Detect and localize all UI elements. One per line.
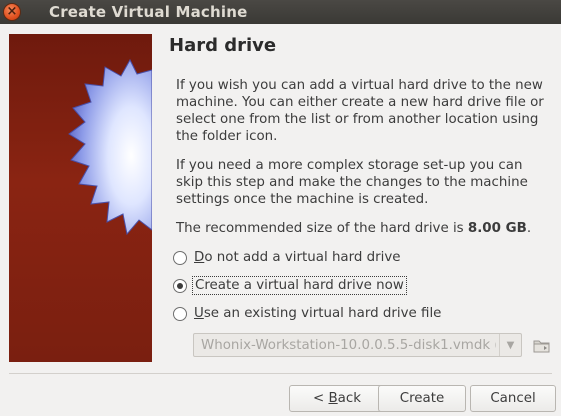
option-no-hard-drive[interactable]: Do not add a virtual hard drive: [173, 250, 401, 265]
option-existing-hard-drive[interactable]: Use an existing virtual hard drive file: [173, 306, 441, 321]
recommended-size-prefix: The recommended size of the hard drive i…: [176, 221, 468, 236]
close-icon: ×: [6, 4, 18, 19]
intro-paragraph: If you wish you can add a virtual hard d…: [176, 78, 544, 144]
folder-icon: [533, 340, 550, 353]
recommended-size-text: The recommended size of the hard drive i…: [176, 220, 551, 237]
advanced-storage-paragraph: If you need a more complex storage set-u…: [176, 158, 528, 207]
option-label: Create a virtual hard drive now: [192, 276, 407, 295]
dropdown-selected-value: Whonix-Workstation-10.0.0.5.5-disk1.vmdk…: [201, 337, 496, 353]
recommended-size-suffix: .: [526, 221, 532, 236]
window-title: Create Virtual Machine: [49, 3, 248, 21]
create-button[interactable]: Create: [378, 385, 466, 412]
radio-button[interactable]: [173, 250, 187, 265]
recommended-size-value: 8.00 GB: [467, 221, 527, 236]
cancel-button[interactable]: Cancel: [470, 385, 556, 412]
starburst-icon: [68, 58, 152, 236]
cancel-button-label: Cancel: [490, 391, 536, 406]
choose-file-button[interactable]: [533, 338, 551, 354]
existing-file-dropdown[interactable]: Whonix-Workstation-10.0.0.5.5-disk1.vmdk…: [193, 333, 522, 357]
wizard-side-image: [9, 34, 152, 362]
option-label: Do not add a virtual hard drive: [194, 250, 401, 265]
radio-button-selected[interactable]: [173, 278, 187, 293]
footer-separator: [9, 373, 552, 374]
close-button[interactable]: ×: [3, 3, 21, 21]
back-button-label: < Back: [313, 391, 361, 406]
option-create-hard-drive[interactable]: Create a virtual hard drive now: [173, 276, 407, 295]
page-heading: Hard drive: [169, 35, 277, 56]
back-button[interactable]: < Back: [289, 385, 385, 412]
radio-button[interactable]: [173, 306, 187, 321]
title-bar: × Create Virtual Machine: [0, 0, 561, 24]
option-label: Use an existing virtual hard drive file: [194, 306, 442, 321]
create-button-label: Create: [399, 391, 445, 406]
chevron-down-icon[interactable]: ▼: [499, 334, 521, 356]
